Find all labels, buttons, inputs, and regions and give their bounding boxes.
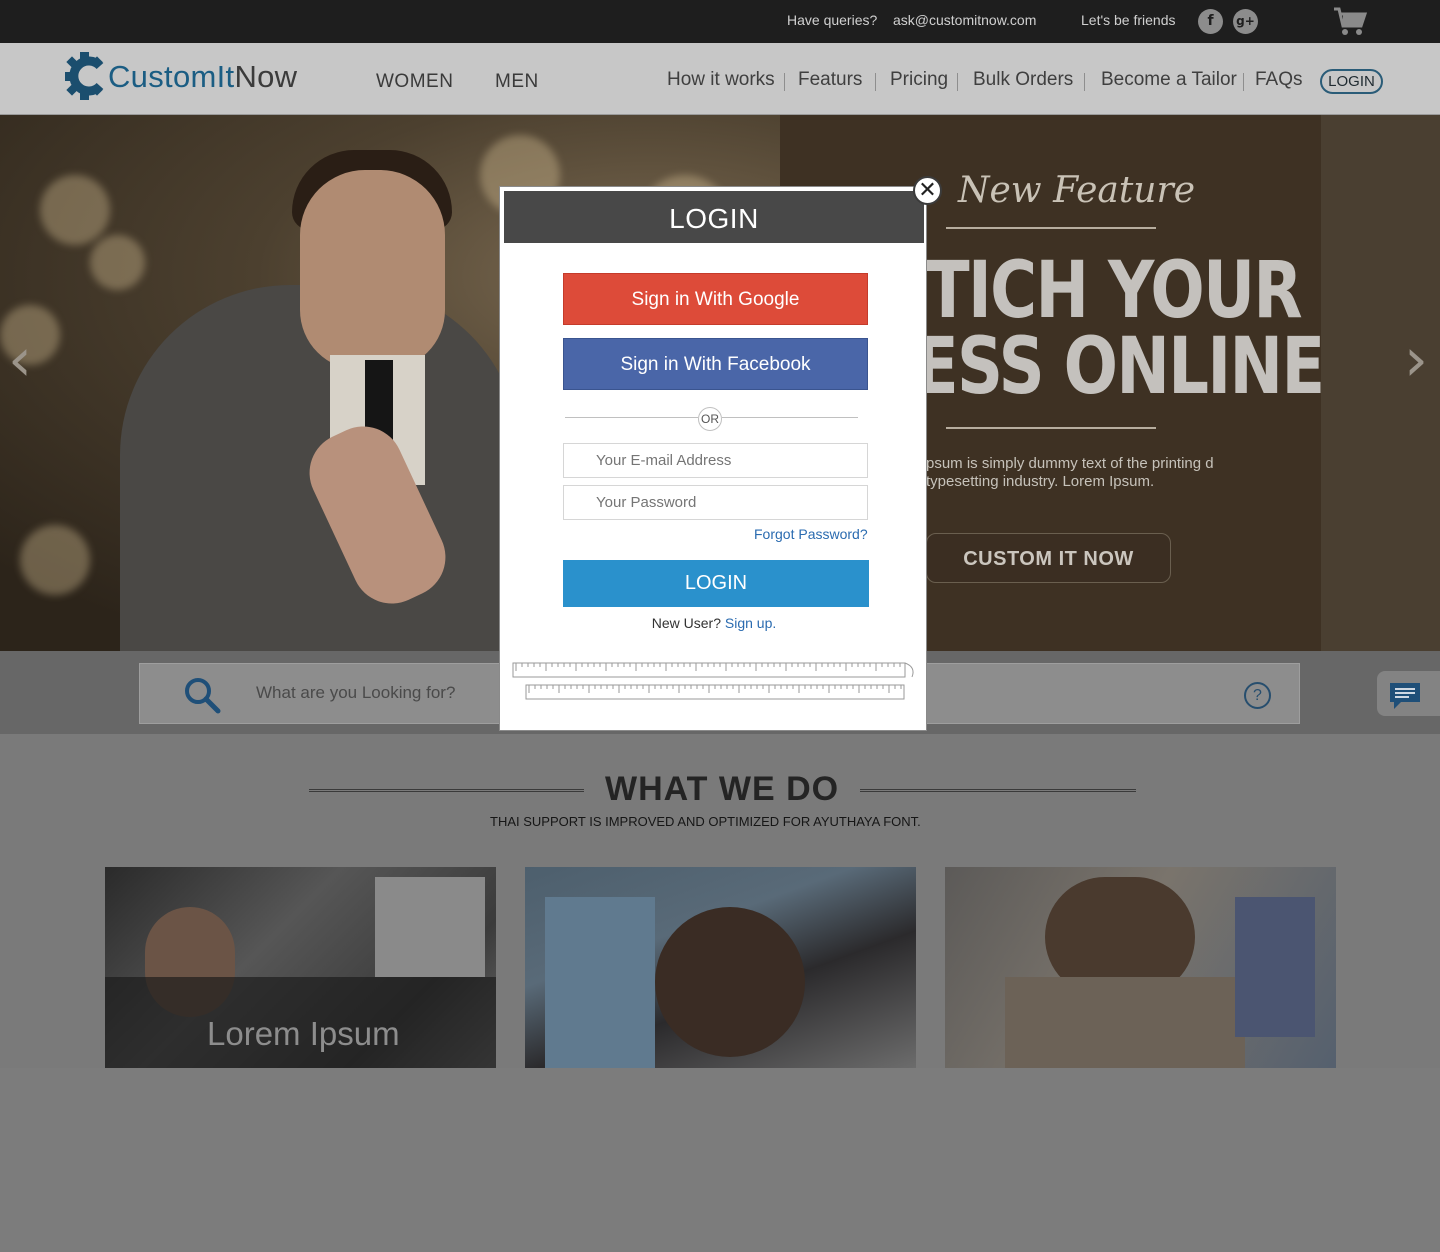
search-icon[interactable] [183,676,221,714]
hero-divider [946,427,1156,429]
hero-model-face [300,170,445,370]
title-rule-left [309,789,584,792]
what-we-do-subtitle: THAI SUPPORT IS IMPROVED AND OPTIMIZED F… [490,814,921,829]
nav-faqs[interactable]: FAQs [1255,69,1303,91]
close-icon[interactable]: ✕ [913,176,942,205]
bokeh-light [40,175,110,245]
queries-label: Have queries? [787,12,878,28]
nav-pricing[interactable]: Pricing [890,69,948,91]
friends-label: Let's be friends [1081,12,1176,28]
hero-feature-title: New Feature [958,170,1196,211]
nav-features[interactable]: Featurs [798,69,862,91]
bokeh-light [90,235,145,290]
new-user-label: New User? [651,615,721,631]
facebook-signin-button[interactable]: Sign in With Facebook [563,338,868,390]
card-image-shirt [545,897,655,1068]
title-rule-right [860,789,1136,792]
password-field[interactable] [563,485,868,520]
nav-women[interactable]: WOMEN [376,71,453,93]
nav-divider [875,73,876,91]
or-divider-right [722,417,858,418]
service-card[interactable] [525,867,916,1068]
or-divider-left [565,417,698,418]
google-signin-button[interactable]: Sign in With Google [563,273,868,325]
hero-description: psum is simply dummy text of the printin… [926,455,1214,490]
gear-icon[interactable] [64,51,108,101]
what-we-do-title: WHAT WE DO [605,770,840,808]
login-submit-button[interactable]: LOGIN [563,560,869,607]
contact-email-link[interactable]: ask@customitnow.com [893,12,1036,28]
nav-divider [1243,73,1244,91]
forgot-password-link[interactable]: Forgot Password? [754,526,868,542]
measuring-tape-icon [512,662,914,700]
page-overlay-bottom [0,1068,1440,1252]
new-user-row: New User? Sign up. [500,615,928,631]
cart-icon[interactable] [1332,6,1368,38]
carousel-next-arrow[interactable]: › [1404,325,1428,395]
or-divider-label: OR [698,407,722,431]
site-header: CustomItNow WOMEN MEN How it works Featu… [0,43,1440,115]
email-field[interactable] [563,443,868,478]
modal-title: LOGIN [669,203,759,234]
logo-text-secondary: Now [234,59,298,94]
nav-bulk-orders[interactable]: Bulk Orders [973,69,1073,91]
hero-divider [946,227,1156,229]
hero-headline-2: ESS ONLINE [915,322,1325,412]
nav-divider [1084,73,1085,91]
nav-divider [957,73,958,91]
site-logo[interactable]: CustomItNow [108,59,297,95]
nav-men[interactable]: MEN [495,71,539,93]
card-image-mannequin [1235,897,1315,1037]
search-placeholder: What are you Looking for? [256,683,456,702]
nav-divider [784,73,785,91]
card-image-wall [375,877,485,977]
card-title: Lorem Ipsum [207,1015,400,1052]
nav-become-tailor[interactable]: Become a Tailor [1101,69,1237,91]
card-image-tailor [655,907,805,1057]
googleplus-icon[interactable]: g+ [1233,9,1258,34]
service-card[interactable] [945,867,1336,1068]
header-login-button[interactable]: LOGIN [1320,69,1383,94]
nav-how-it-works[interactable]: How it works [667,69,775,91]
facebook-icon[interactable]: f [1198,9,1223,34]
modal-header: LOGIN [504,191,924,243]
chat-icon[interactable] [1389,682,1421,710]
hero-cta-button[interactable]: CUSTOM IT NOW [926,533,1171,583]
bokeh-light [20,525,90,595]
help-icon[interactable]: ? [1244,682,1271,709]
service-card[interactable]: Lorem Ipsum [105,867,496,1068]
login-modal: LOGIN Sign in With Google Sign in With F… [499,186,927,731]
carousel-prev-arrow[interactable]: ‹ [8,325,32,395]
logo-text-primary: CustomIt [108,59,235,94]
card-image-sweater [1005,977,1245,1068]
signup-link[interactable]: Sign up. [725,615,776,631]
top-bar: Have queries? ask@customitnow.com Let's … [0,0,1440,43]
